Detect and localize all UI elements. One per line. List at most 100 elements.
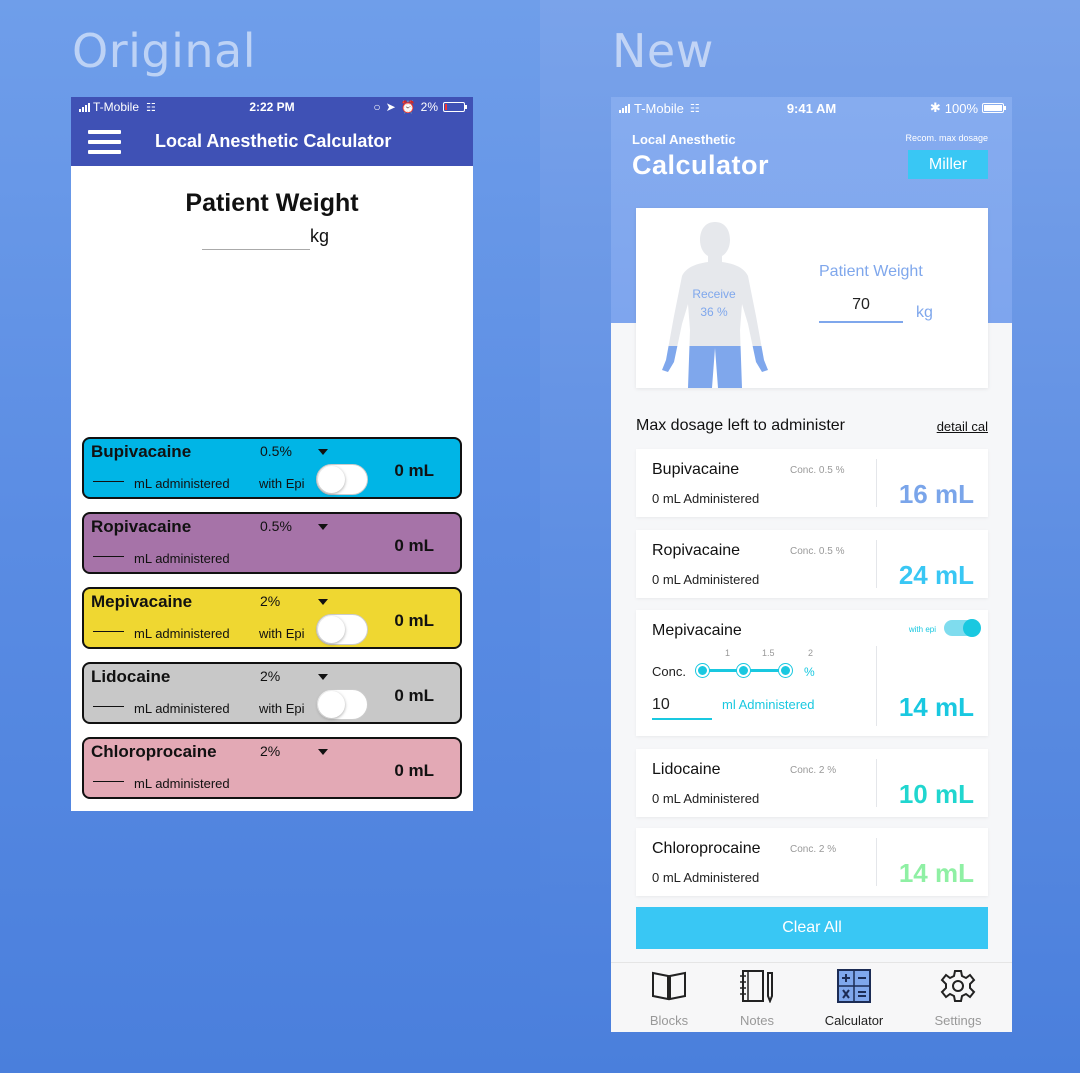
drug-card-lidocaine[interactable]: Lidocaine Conc. 2 % 0 mL Administered 10… [636,749,988,817]
status-right: ○ ➤ ⏰ 2% [373,100,467,114]
drug-administered: 0 mL Administered [652,791,760,806]
chevron-down-icon[interactable] [318,449,328,455]
ml-administered-input[interactable] [93,706,124,707]
drug-administered: 0 mL Administered [652,491,760,506]
menu-icon[interactable] [88,129,121,154]
drug-card-mepivacaine[interactable]: Mepivacaine 2% mL administered with Epi 0 mL [82,587,462,649]
tab-label: Calculator [824,1013,884,1028]
drug-name: Chloroprocaine [652,840,761,857]
card-divider [876,459,877,507]
new-phone-screen: T-Mobile ☷ 9:41 AM ✱ 100% Local Anesthet… [611,97,1012,1032]
drug-card-bupivacaine[interactable]: Bupivacaine 0.5% mL administered with Epi 0 … [82,437,462,499]
with-epi-toggle[interactable] [944,619,981,637]
drug-name: Ropivacaine [652,542,741,559]
drug-card-chloroprocaine[interactable]: Chloroprocaine Conc. 2 % 0 mL Administer… [636,828,988,896]
weight-unit: kg [916,304,933,321]
patient-weight-input[interactable]: 70 [819,296,903,314]
drug-name: Mepivacaine [652,622,742,639]
chevron-down-icon[interactable] [318,749,328,755]
tab-calculator[interactable]: Calculator [804,963,904,1032]
bluetooth-icon: ✱ [929,100,941,115]
receive-indicator: Receive 36 % [689,285,739,321]
with-epi-label: with Epi [259,701,305,716]
drug-name: Mepivacaine [91,592,193,611]
drug-max-value: 14 mL [898,858,974,888]
status-right: ✱ 100% [929,100,1006,116]
drug-max-value: 24 mL [898,560,974,590]
ml-administered-label: mL administered [134,476,230,491]
with-epi-label: with Epi [259,476,305,491]
tab-notes[interactable]: Notes [707,963,807,1032]
detail-cal-link[interactable]: detail cal [937,419,988,434]
drug-card-mepivacaine[interactable]: Mepivacaine with epi 1 1.5 2 Conc. % 10 … [636,610,988,736]
drug-max-value: 10 mL [898,779,974,809]
conc-slider-stop[interactable] [696,664,709,677]
new-heading: New [612,24,714,78]
patient-weight-label: Patient Weight [819,263,923,280]
max-dosage-label: Max dosage left to administer [636,417,845,434]
card-divider [876,540,877,588]
tab-label: Notes [740,1013,774,1028]
drug-card-ropivacaine[interactable]: Ropivacaine Conc. 0.5 % 0 mL Administere… [636,530,988,598]
ml-administered-label: mL administered [134,626,230,641]
drug-card-bupivacaine[interactable]: Bupivacaine Conc. 0.5 % 0 mL Administere… [636,449,988,517]
with-epi-label: with Epi [259,626,305,641]
ml-input-underline [652,718,712,720]
tab-label: Settings [934,1013,982,1028]
with-epi-toggle[interactable] [316,464,368,495]
ml-administered-input[interactable] [93,781,124,782]
drug-card-lidocaine[interactable]: Lidocaine 2% mL administered with Epi 0 mL [82,662,462,724]
conc-slider-stop[interactable] [737,664,750,677]
with-epi-toggle[interactable] [316,689,368,720]
tab-blocks[interactable]: Blocks [619,963,719,1032]
conc-slider-handle[interactable] [779,664,792,677]
receive-percent: 36 % [700,305,728,319]
drug-name: Bupivacaine [91,442,192,461]
battery-icon [982,103,1006,113]
concentration-select[interactable]: 2% [260,668,280,684]
patient-weight-input[interactable] [202,224,310,250]
lock-rotation-icon: ○ [373,100,381,114]
clear-all-button[interactable]: Clear All [636,907,988,949]
ml-administered-input[interactable] [93,481,124,482]
toggle-knob [318,466,345,493]
card-divider [876,838,877,886]
toggle-knob [318,691,345,718]
concentration-select[interactable]: 2% [260,743,280,759]
chevron-down-icon[interactable] [318,524,328,530]
drug-card-chloroprocaine[interactable]: Chloroprocaine 2% mL administered 0 mL [82,737,462,799]
drug-total: 0 mL [394,536,434,555]
weight-unit: kg [310,226,330,246]
drug-name: Ropivacaine [91,517,192,536]
drug-card-ropivacaine[interactable]: Ropivacaine 0.5% mL administered 0 mL [82,512,462,574]
alarm-icon: ⏰ [400,100,416,114]
ml-administered-input[interactable] [93,631,124,632]
percent-label: % [804,665,815,679]
patient-weight-title: Patient Weight [185,189,359,217]
calculator-icon [837,969,871,1003]
drug-administered: 0 mL Administered [652,870,760,885]
concentration-select[interactable]: 0.5% [260,443,292,459]
card-divider [876,759,877,807]
tab-settings[interactable]: Settings [908,963,1008,1032]
concentration-select[interactable]: 0.5% [260,518,292,534]
drug-conc: Conc. 2 % [790,844,837,855]
drug-name: Bupivacaine [652,461,740,478]
chevron-down-icon[interactable] [318,599,328,605]
ml-administered-label: mL administered [134,776,230,791]
ml-administered-input[interactable]: 10 [652,696,670,714]
ml-administered-input[interactable] [93,556,124,557]
with-epi-toggle[interactable] [316,614,368,645]
patient-weight-row: kg [71,222,473,262]
slider-tick-label: 1.5 [762,648,775,658]
tab-bar: Blocks Notes Calculator Settings [611,962,1012,1032]
toggle-knob [318,616,345,643]
chevron-down-icon[interactable] [318,674,328,680]
ml-administered-label: ml Administered [722,697,815,712]
header-subtitle: Local Anesthetic [632,132,736,147]
recom-source-button[interactable]: Miller [908,150,988,179]
drug-name: Lidocaine [652,761,721,778]
conc-label: Conc. [652,664,686,679]
with-epi-label: with epi [908,625,936,634]
concentration-select[interactable]: 2% [260,593,280,609]
